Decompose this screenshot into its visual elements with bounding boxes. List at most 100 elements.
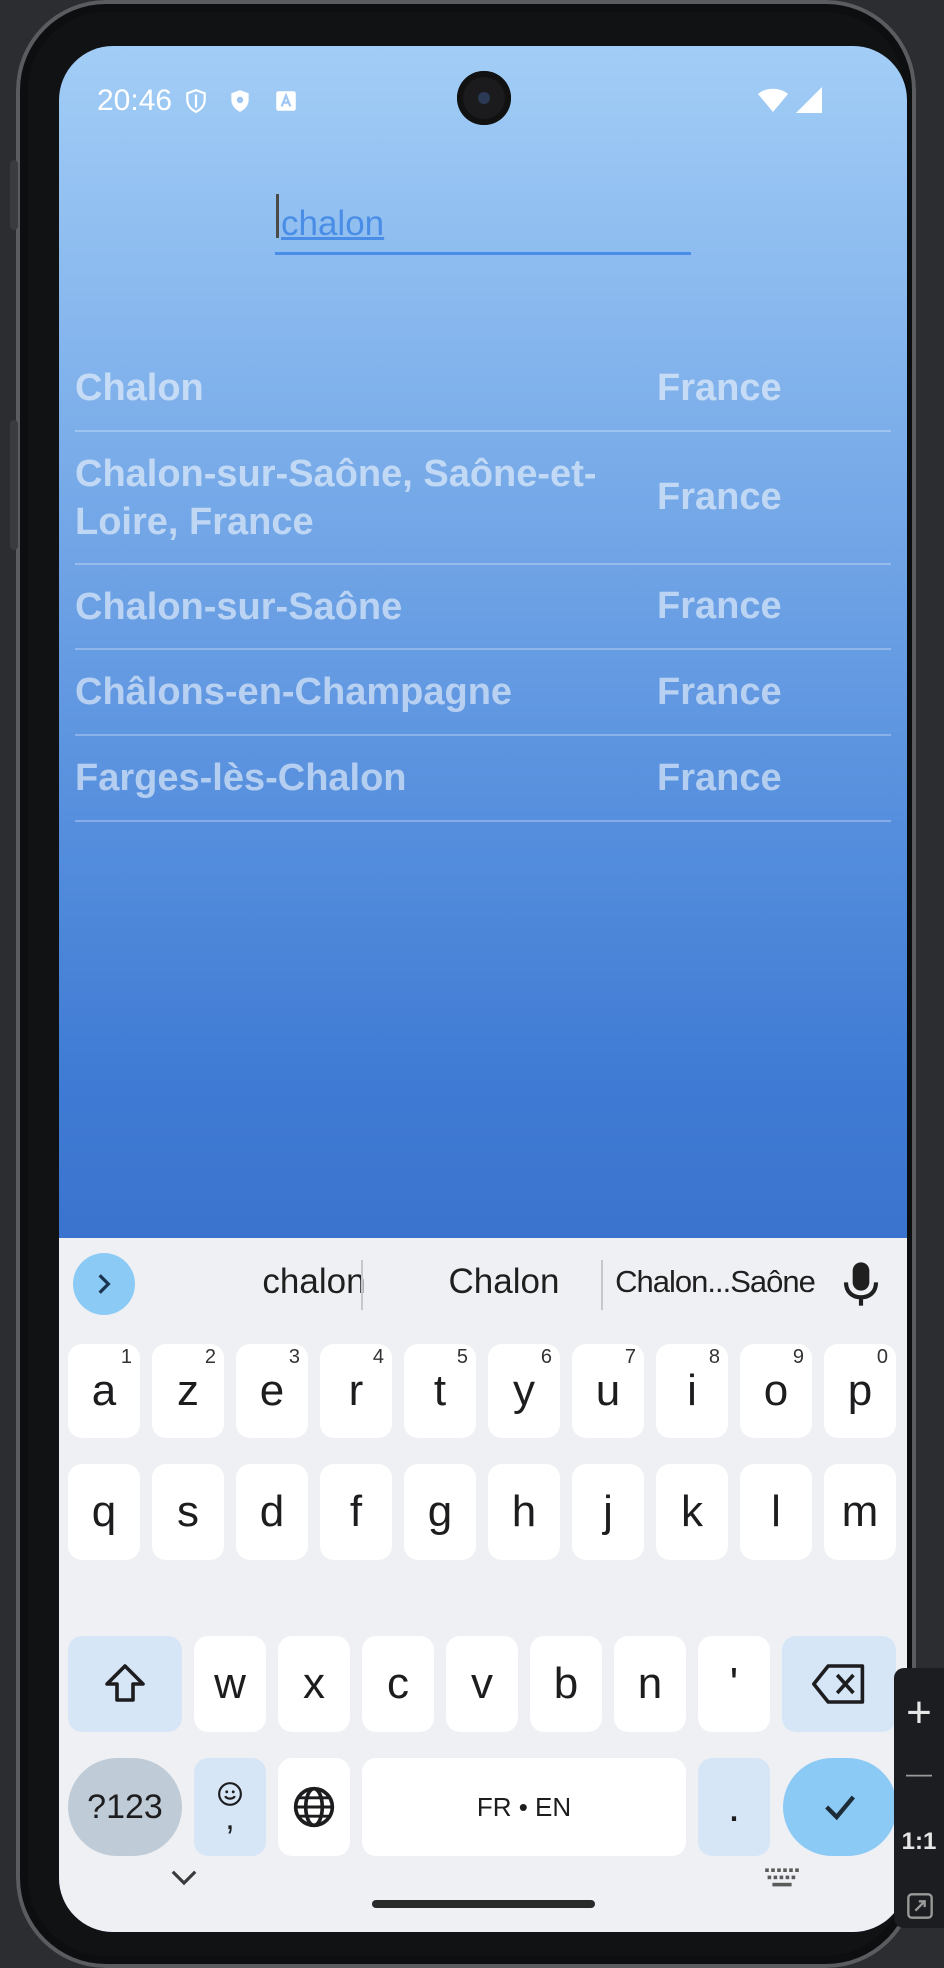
result-row[interactable]: Chalon-sur-Saône France — [75, 565, 891, 650]
suggestion-divider — [361, 1260, 363, 1310]
result-row[interactable]: Châlons-en-Champagne France — [75, 650, 891, 736]
key-q[interactable]: q — [68, 1464, 140, 1560]
key-b[interactable]: b — [530, 1636, 602, 1732]
key-hint: 8 — [708, 1346, 720, 1368]
on-screen-keyboard: chalon Chalon Chalon...Saône a1 z2 e3 r4… — [59, 1238, 907, 1932]
search-input-value: chalon — [281, 204, 385, 243]
symbols-key[interactable]: ?123 — [68, 1758, 182, 1856]
key-h[interactable]: h — [488, 1464, 560, 1560]
result-row[interactable]: Chalon France — [75, 346, 891, 432]
zoom-in-button[interactable]: + — [894, 1688, 944, 1738]
key-label: r — [348, 1366, 364, 1415]
backspace-key[interactable] — [782, 1636, 896, 1732]
enter-done-key[interactable] — [783, 1758, 897, 1856]
key-o[interactable]: o9 — [740, 1344, 812, 1438]
key-e[interactable]: e3 — [236, 1344, 308, 1438]
key-label: p — [847, 1366, 873, 1415]
shift-icon — [105, 1664, 145, 1702]
front-camera — [457, 71, 511, 125]
phone-side-button — [10, 420, 18, 550]
result-city: Chalon — [75, 367, 204, 409]
key-hint: 0 — [876, 1346, 888, 1368]
key-z[interactable]: z2 — [152, 1344, 224, 1438]
key-r[interactable]: r4 — [320, 1344, 392, 1438]
result-city: Chalon-sur-Saône — [75, 585, 403, 628]
key-label: o — [763, 1366, 789, 1415]
key-m[interactable]: m — [824, 1464, 896, 1560]
suggestion-item[interactable]: Chalon...Saône — [607, 1264, 823, 1300]
chevron-right-icon — [98, 1274, 111, 1294]
translate-app-icon — [276, 91, 296, 111]
status-time: 20:46 — [97, 84, 173, 117]
key-hint: 6 — [540, 1346, 552, 1368]
search-input[interactable]: chalon — [275, 194, 691, 255]
key-g[interactable]: g — [404, 1464, 476, 1560]
key-hint: 9 — [792, 1346, 804, 1368]
key-hint: 2 — [204, 1346, 216, 1368]
key-k[interactable]: k — [656, 1464, 728, 1560]
key-hint: 3 — [288, 1346, 300, 1368]
phone-side-button — [10, 160, 18, 230]
key-apostrophe[interactable]: ' — [698, 1636, 770, 1732]
result-city: Châlons-en-Champagne — [75, 671, 513, 713]
key-x[interactable]: x — [278, 1636, 350, 1732]
result-city: Farges-lès-Chalon — [75, 757, 407, 799]
key-i[interactable]: i8 — [656, 1344, 728, 1438]
status-bar: 20:46 — [59, 46, 907, 156]
suggestion-item[interactable]: Chalon — [369, 1262, 639, 1302]
expand-toolbar-button[interactable] — [73, 1253, 135, 1315]
key-p[interactable]: p0 — [824, 1344, 896, 1438]
key-w[interactable]: w — [194, 1636, 266, 1732]
key-l[interactable]: l — [740, 1464, 812, 1560]
key-y[interactable]: y6 — [488, 1344, 560, 1438]
space-key[interactable]: FR • EN — [362, 1758, 686, 1856]
result-row[interactable]: Farges-lès-Chalon France — [75, 736, 891, 822]
key-label: z — [177, 1366, 199, 1415]
backspace-icon — [812, 1664, 865, 1704]
key-s[interactable]: s — [152, 1464, 224, 1560]
emoji-comma-key[interactable]: , — [194, 1758, 266, 1856]
keyboard-switcher-icon[interactable] — [764, 1866, 800, 1890]
result-country: France — [657, 670, 782, 713]
key-u[interactable]: u7 — [572, 1344, 644, 1438]
shield-icon — [186, 89, 206, 114]
key-j[interactable]: j — [572, 1464, 644, 1560]
search-results-list: Chalon France Chalon-sur-Saône, Saône-et… — [75, 346, 891, 822]
home-gesture-bar[interactable] — [372, 1900, 595, 1908]
globe-icon — [293, 1786, 335, 1828]
cellular-signal-icon — [796, 87, 822, 113]
zoom-out-button[interactable]: — — [894, 1758, 944, 1789]
suggestion-bar: chalon Chalon Chalon...Saône — [59, 1238, 907, 1328]
key-label: t — [433, 1366, 447, 1415]
key-hint: 4 — [372, 1346, 384, 1368]
key-t[interactable]: t5 — [404, 1344, 476, 1438]
shift-key[interactable] — [68, 1636, 182, 1732]
key-c[interactable]: c — [362, 1636, 434, 1732]
key-hint: 5 — [456, 1346, 468, 1368]
suggestion-divider — [601, 1260, 603, 1310]
key-v[interactable]: v — [446, 1636, 518, 1732]
phone-screen: 20:46 chalon Chalon France Chalon-sur-Sa… — [59, 46, 907, 1932]
key-d[interactable]: d — [236, 1464, 308, 1560]
key-label: y — [513, 1366, 535, 1415]
microphone-icon[interactable] — [841, 1260, 881, 1308]
checkmark-icon — [825, 1795, 855, 1821]
fit-screen-icon[interactable] — [906, 1892, 934, 1920]
result-country: France — [657, 756, 782, 799]
shield-filled-icon — [231, 90, 249, 112]
actual-size-button[interactable]: 1:1 — [894, 1828, 944, 1856]
key-label: u — [595, 1366, 621, 1415]
key-n[interactable]: n — [614, 1636, 686, 1732]
language-key[interactable] — [278, 1758, 350, 1856]
key-f[interactable]: f — [320, 1464, 392, 1560]
result-city: Chalon-sur-Saône, Saône-et-Loire, France — [75, 452, 597, 543]
key-a[interactable]: a1 — [68, 1344, 140, 1438]
period-key[interactable]: . — [698, 1758, 770, 1856]
result-row[interactable]: Chalon-sur-Saône, Saône-et-Loire, France… — [75, 432, 891, 565]
key-label: e — [259, 1366, 285, 1415]
wifi-icon — [758, 88, 788, 112]
hide-keyboard-icon[interactable] — [169, 1868, 199, 1888]
text-cursor — [276, 194, 279, 238]
emulator-toolbar: + — 1:1 — [894, 1668, 944, 1928]
key-label: a — [91, 1366, 117, 1415]
